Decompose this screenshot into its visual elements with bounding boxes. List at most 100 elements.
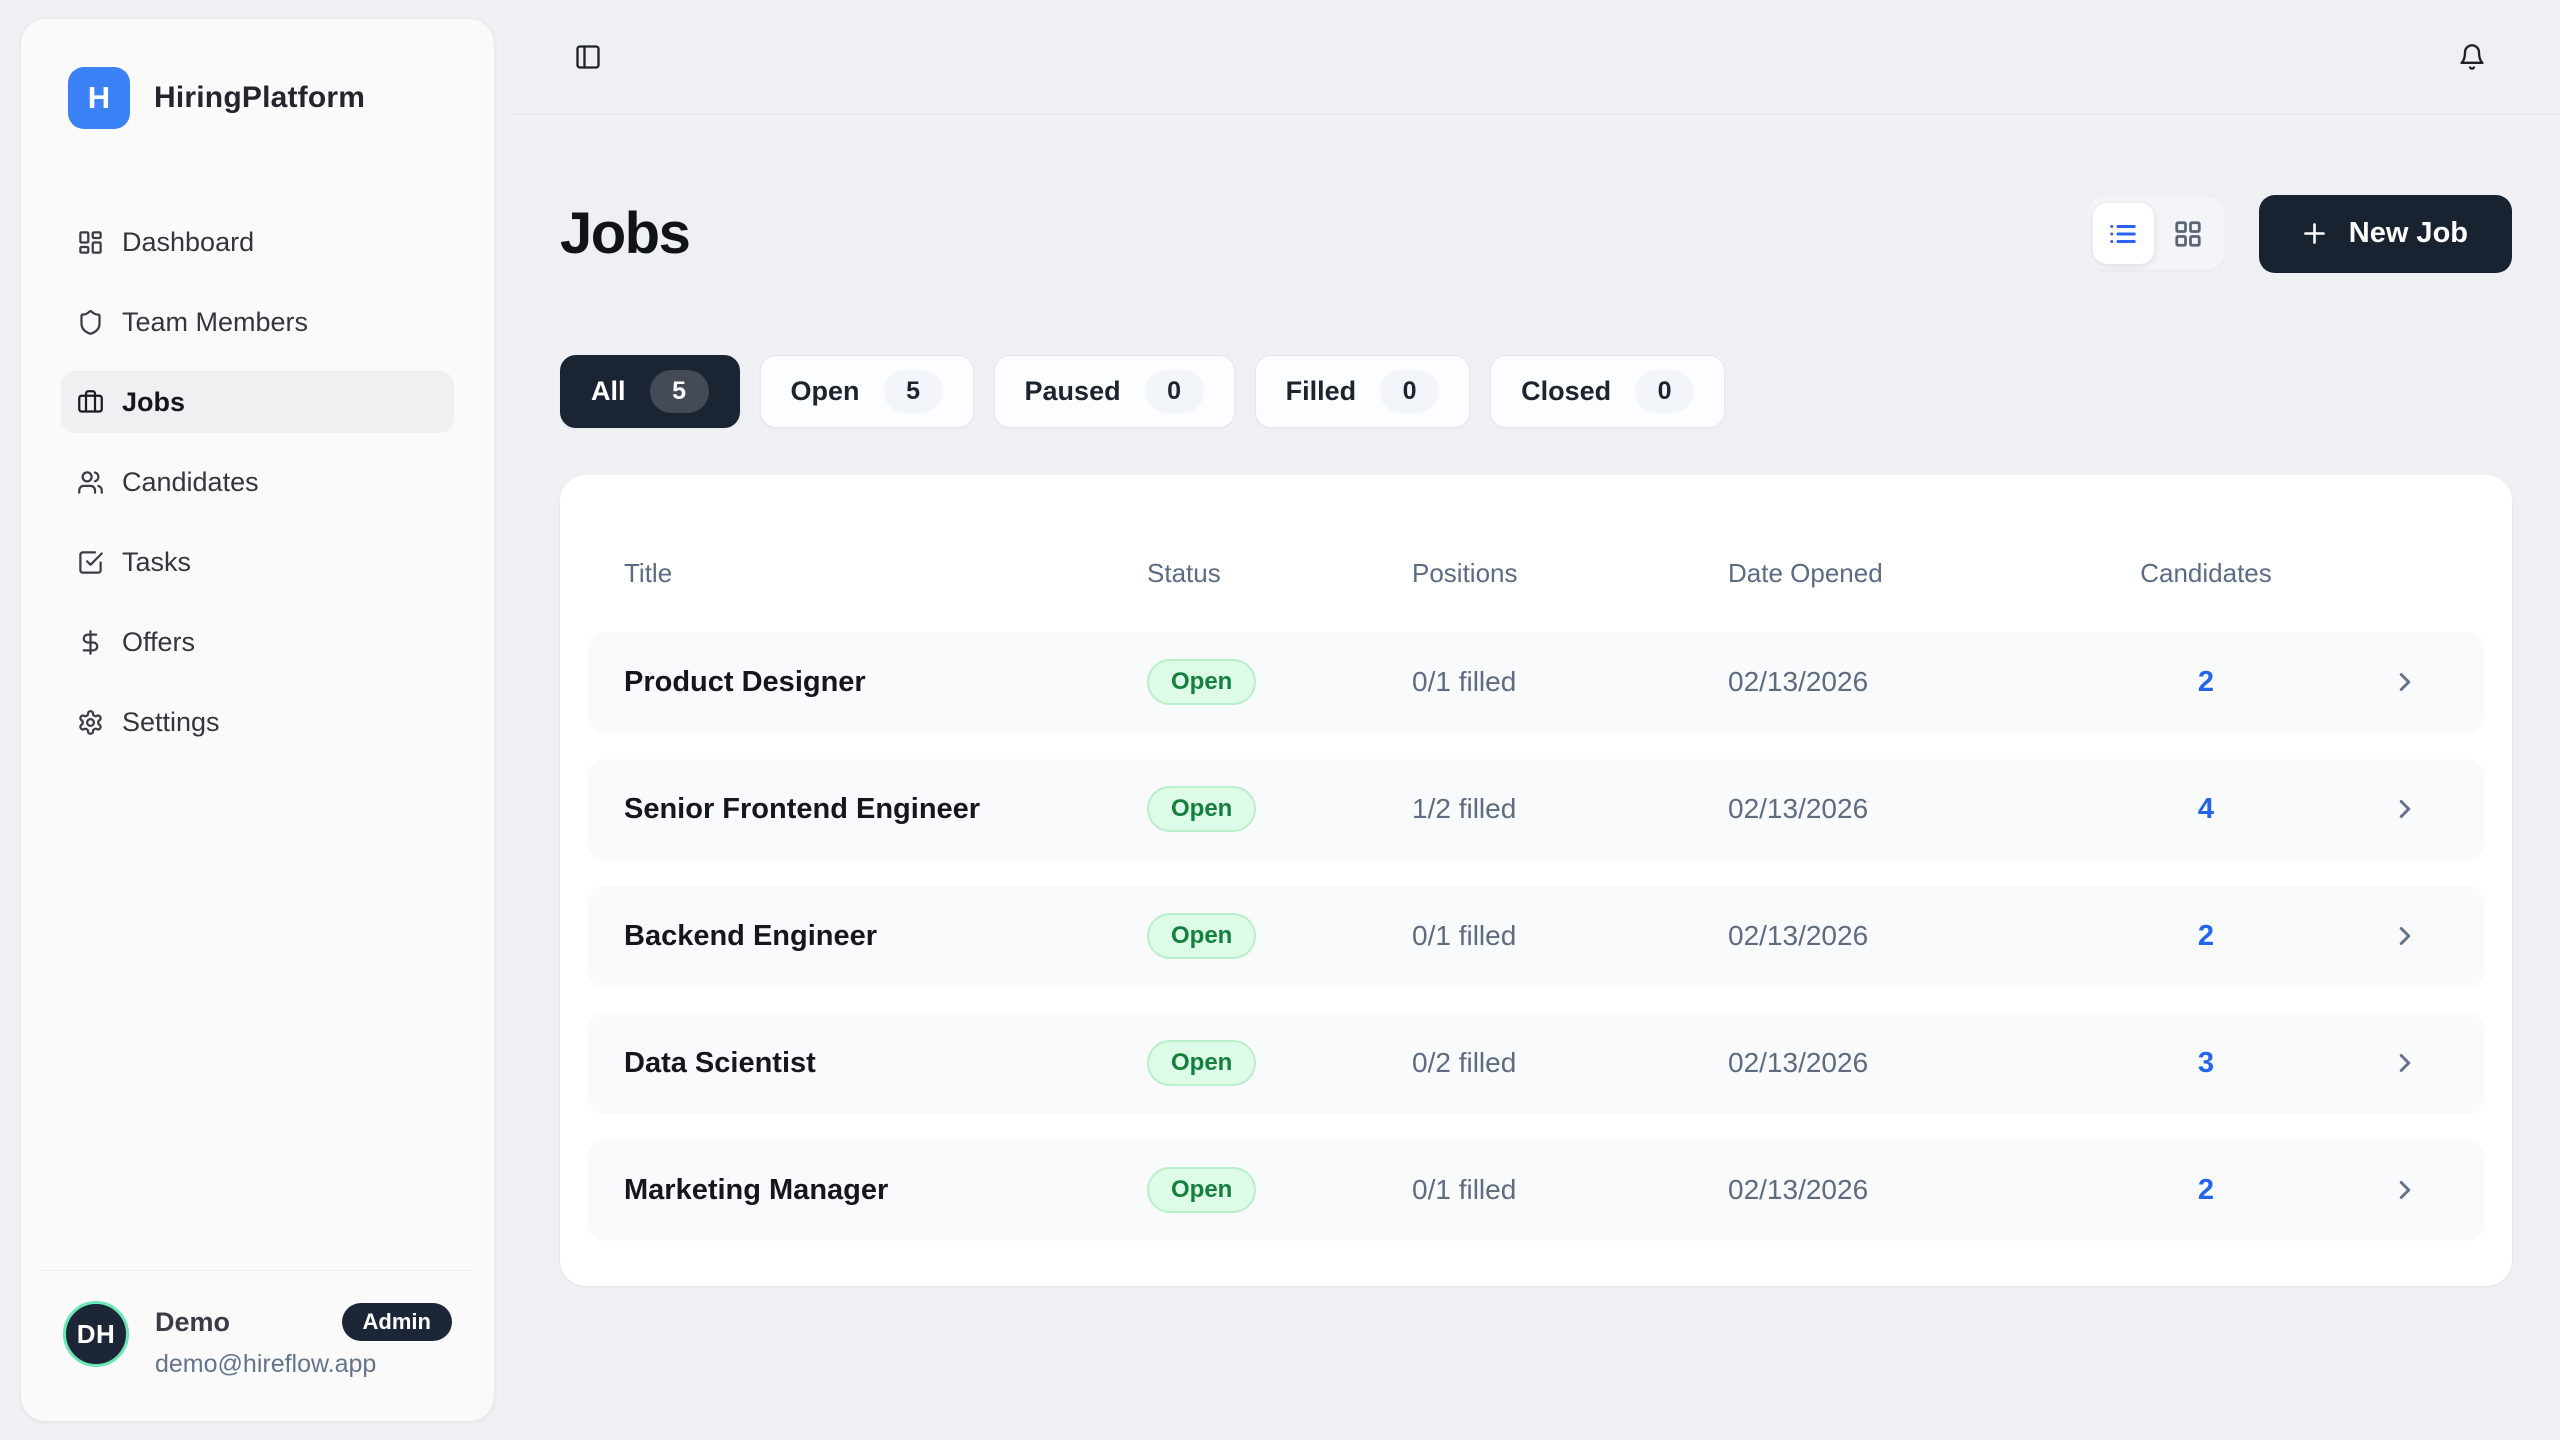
table-header: Title Status Positions Date Opened Candi… [588,515,2484,632]
filter-tab-paused[interactable]: Paused 0 [994,355,1235,428]
filter-label: Filled [1286,376,1357,407]
row-open-button[interactable] [2390,667,2448,697]
row-open-button[interactable] [2390,794,2448,824]
filter-label: Paused [1025,376,1121,407]
sidebar-item-tasks[interactable]: Tasks [61,531,454,593]
sidebar-item-jobs[interactable]: Jobs [61,371,454,433]
user-name: Demo [155,1307,230,1338]
topbar [510,0,2560,115]
new-job-label: New Job [2349,217,2468,250]
date-opened-cell: 02/13/2026 [1728,1174,2086,1206]
main-area: Jobs New Job All 5 [510,0,2560,1440]
status-badge: Open [1147,786,1256,832]
filter-tab-filled[interactable]: Filled 0 [1255,355,1471,428]
sidebar-item-team-members[interactable]: Team Members [61,291,454,353]
sidebar-item-label: Dashboard [122,227,254,258]
candidates-count[interactable]: 2 [2086,920,2326,953]
column-header-positions: Positions [1412,558,1728,589]
table-row[interactable]: Product Designer Open 0/1 filled 02/13/2… [588,632,2484,733]
status-badge: Open [1147,1040,1256,1086]
date-opened-cell: 02/13/2026 [1728,920,2086,952]
column-header-title: Title [624,558,1147,589]
chevron-right-icon [2390,921,2420,951]
candidates-count[interactable]: 3 [2086,1047,2326,1080]
app-title: HiringPlatform [154,81,365,115]
row-open-button[interactable] [2390,921,2448,951]
row-open-button[interactable] [2390,1048,2448,1078]
positions-cell: 0/1 filled [1412,666,1728,698]
sidebar-item-label: Jobs [122,387,185,418]
job-title: Data Scientist [624,1047,1147,1080]
filter-tab-open[interactable]: Open 5 [760,355,974,428]
settings-icon [77,709,104,736]
positions-cell: 0/1 filled [1412,920,1728,952]
page-title: Jobs [560,202,689,266]
sidebar-item-label: Settings [122,707,220,738]
table-row[interactable]: Data Scientist Open 0/2 filled 02/13/202… [588,1013,2484,1114]
candidates-count[interactable]: 2 [2086,666,2326,699]
status-badge: Open [1147,1167,1256,1213]
candidates-count[interactable]: 4 [2086,793,2326,826]
status-badge: Open [1147,659,1256,705]
new-job-button[interactable]: New Job [2259,195,2512,273]
filter-count-badge: 5 [650,370,709,413]
status-badge: Open [1147,913,1256,959]
filter-label: Open [791,376,860,407]
job-title: Marketing Manager [624,1174,1147,1207]
user-profile: DH Demo Admin demo@hireflow.app [41,1270,474,1379]
list-view-button[interactable] [2093,203,2154,264]
sidebar-toggle-button[interactable] [574,43,602,71]
filter-tab-all[interactable]: All 5 [560,355,740,428]
sidebar-item-label: Offers [122,627,195,658]
filter-label: All [591,376,626,407]
table-row[interactable]: Backend Engineer Open 0/1 filled 02/13/2… [588,886,2484,987]
date-opened-cell: 02/13/2026 [1728,1047,2086,1079]
avatar: DH [63,1301,129,1367]
filter-tab-closed[interactable]: Closed 0 [1490,355,1725,428]
chevron-right-icon [2390,794,2420,824]
grid-view-button[interactable] [2158,203,2219,264]
table-row[interactable]: Senior Frontend Engineer Open 1/2 filled… [588,759,2484,860]
dashboard-icon [77,229,104,256]
sidebar-item-settings[interactable]: Settings [61,691,454,753]
shield-icon [77,309,104,336]
job-title: Senior Frontend Engineer [624,793,1147,826]
filter-count-badge: 0 [1380,370,1439,413]
filter-label: Closed [1521,376,1611,407]
date-opened-cell: 02/13/2026 [1728,666,2086,698]
chevron-right-icon [2390,667,2420,697]
filter-count-badge: 0 [1635,370,1694,413]
positions-cell: 0/1 filled [1412,1174,1728,1206]
page-actions: New Job [2087,195,2512,273]
candidates-count[interactable]: 2 [2086,1174,2326,1207]
status-filter-tabs: All 5 Open 5 Paused 0 Filled 0 Closed 0 [560,355,2512,428]
users-icon [77,469,104,496]
sidebar-item-dashboard[interactable]: Dashboard [61,211,454,273]
chevron-right-icon [2390,1175,2420,1205]
column-header-status: Status [1147,558,1412,589]
table-body: Product Designer Open 0/1 filled 02/13/2… [588,632,2484,1241]
chevron-right-icon [2390,1048,2420,1078]
dollar-icon [77,629,104,656]
sidebar-item-label: Candidates [122,467,259,498]
filter-count-badge: 0 [1145,370,1204,413]
briefcase-icon [77,389,104,416]
filter-count-badge: 5 [884,370,943,413]
sidebar-item-candidates[interactable]: Candidates [61,451,454,513]
positions-cell: 1/2 filled [1412,793,1728,825]
app-logo-icon: H [68,67,130,129]
role-badge: Admin [342,1303,452,1341]
sidebar-item-offers[interactable]: Offers [61,611,454,673]
jobs-page: Jobs New Job All 5 [510,115,2560,1286]
job-title: Product Designer [624,666,1147,699]
user-email: demo@hireflow.app [155,1350,452,1379]
job-title: Backend Engineer [624,920,1147,953]
sidebar: H HiringPlatform Dashboard Team Members … [20,18,495,1422]
bell-icon [2458,43,2486,71]
notifications-button[interactable] [2458,43,2486,71]
view-toggle [2087,197,2225,270]
positions-cell: 0/2 filled [1412,1047,1728,1079]
row-open-button[interactable] [2390,1175,2448,1205]
date-opened-cell: 02/13/2026 [1728,793,2086,825]
table-row[interactable]: Marketing Manager Open 0/1 filled 02/13/… [588,1140,2484,1241]
